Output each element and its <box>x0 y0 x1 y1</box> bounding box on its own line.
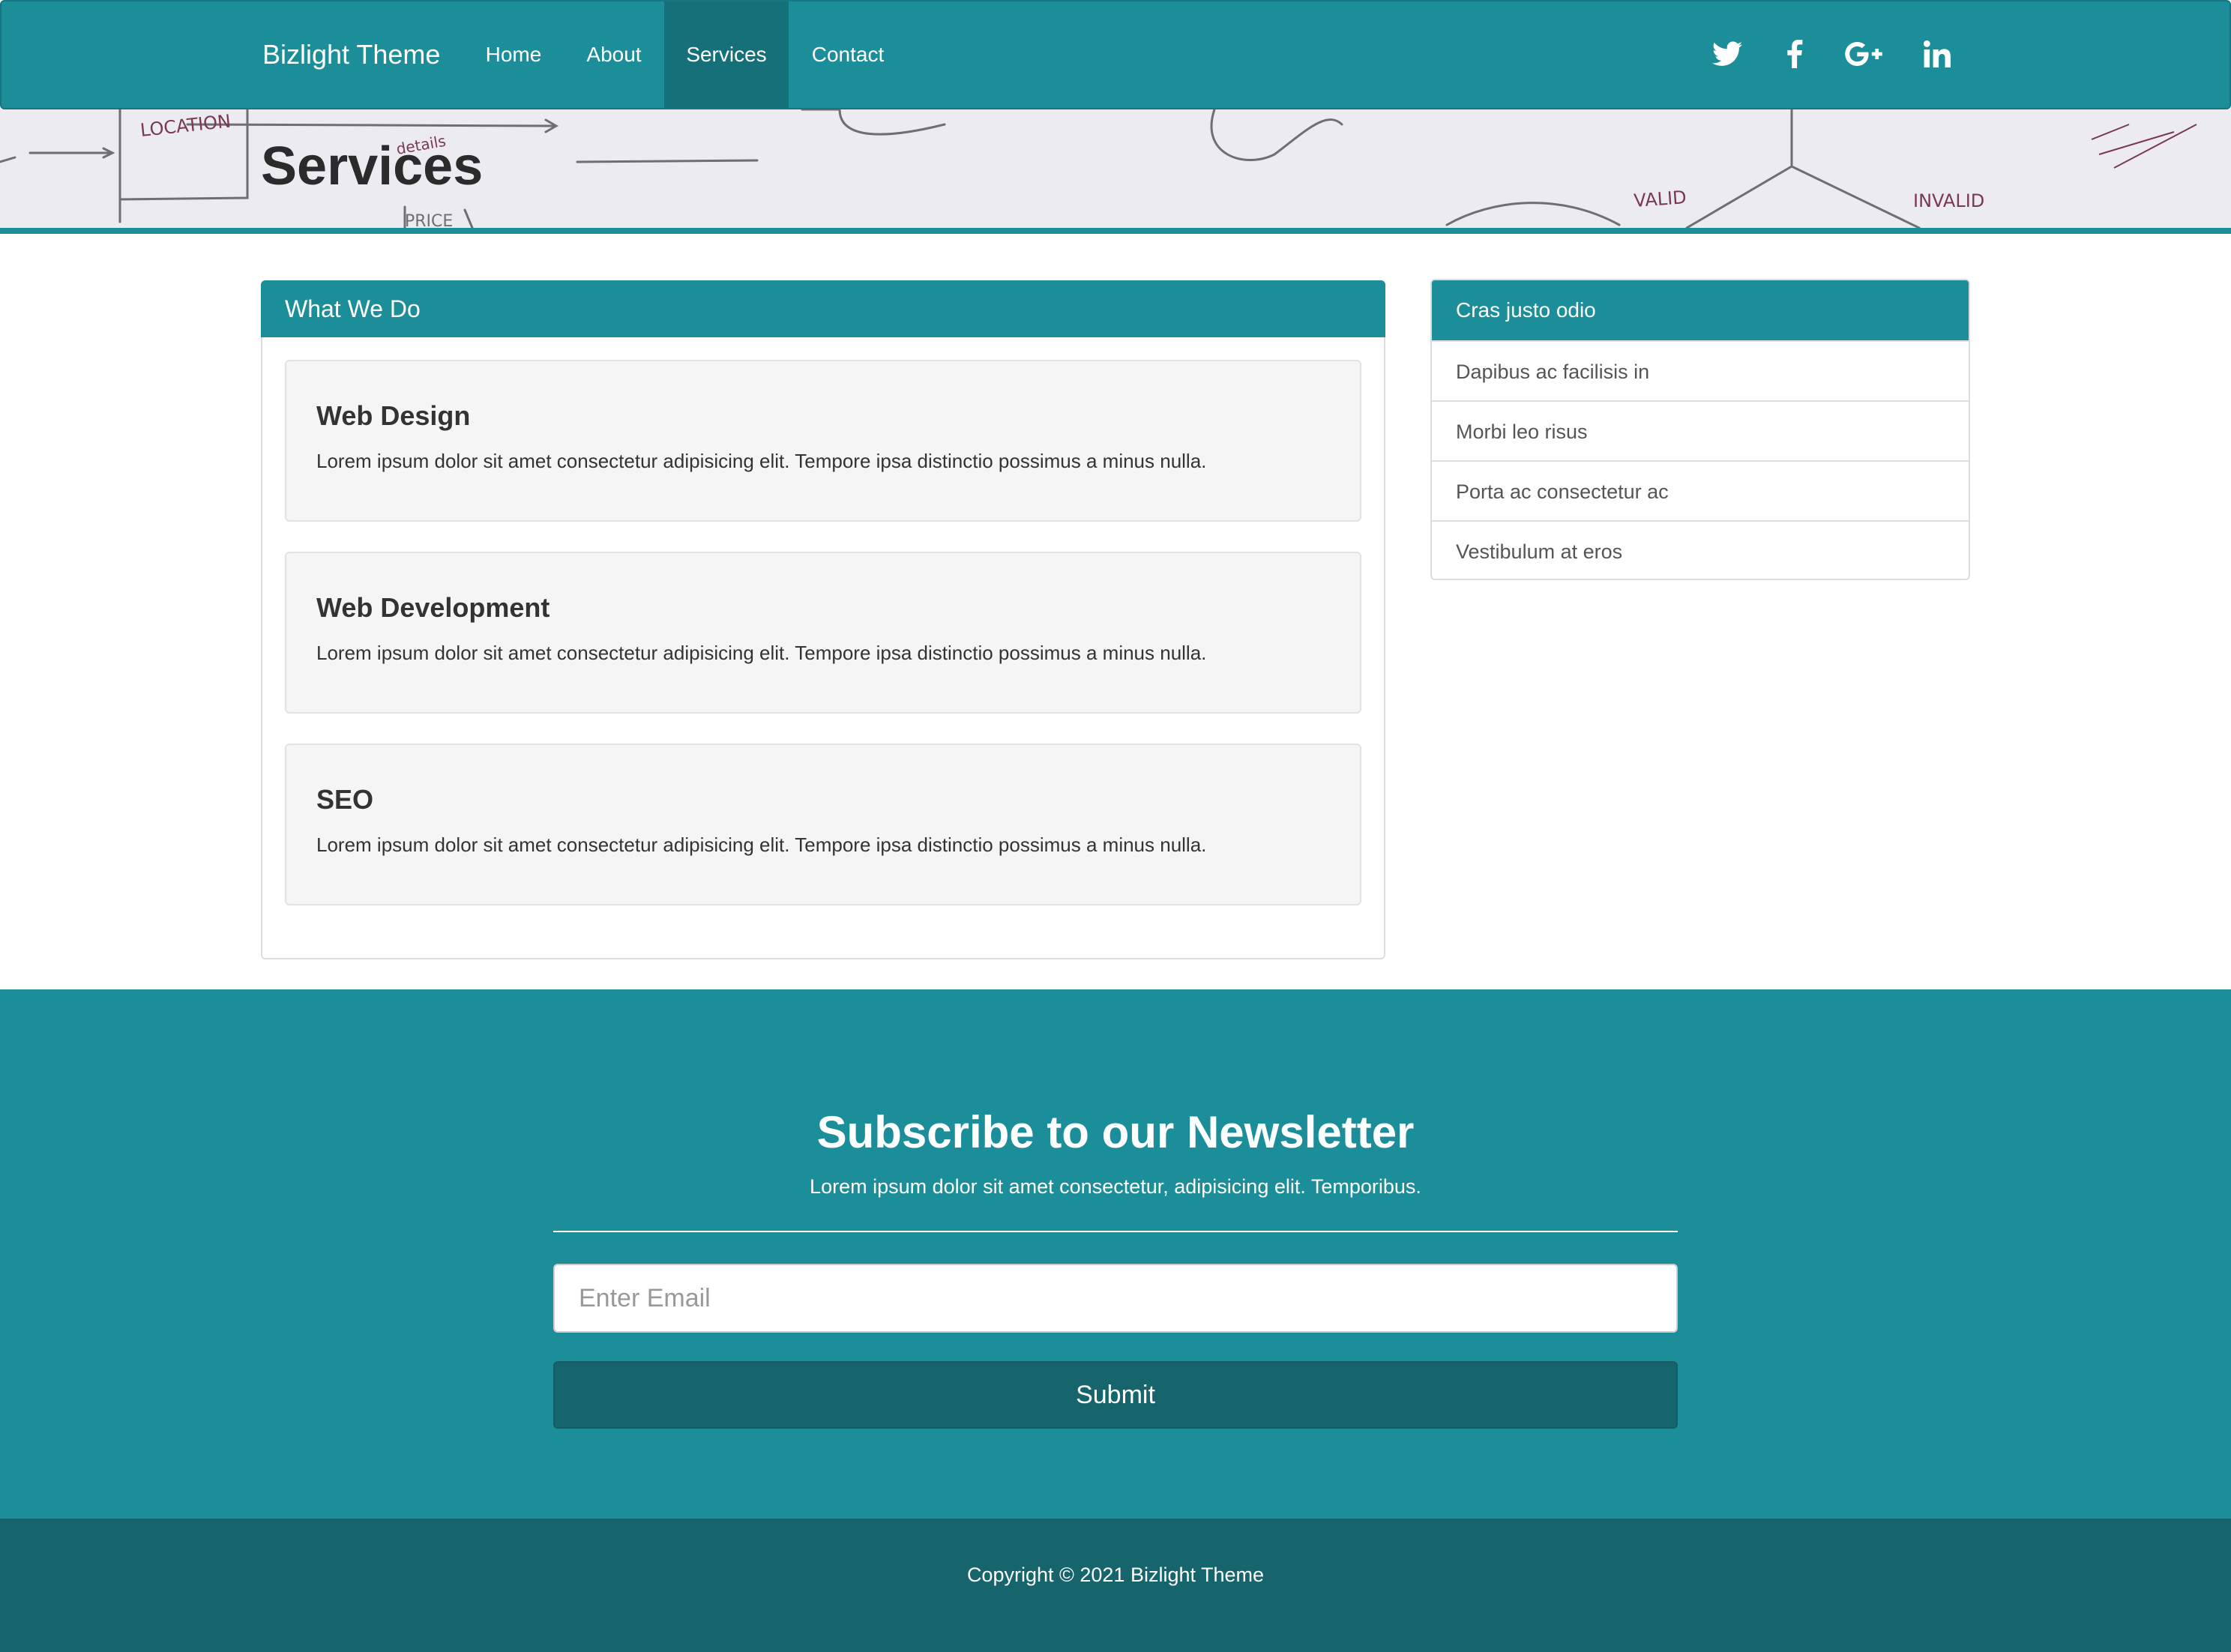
service-card-seo: SEO Lorem ipsum dolor sit amet consectet… <box>285 744 1361 905</box>
sidebar-item-morbi[interactable]: Morbi leo risus <box>1432 400 1969 460</box>
sidebar-item-vestibulum[interactable]: Vestibulum at eros <box>1432 520 1969 579</box>
sidebar-item-porta[interactable]: Porta ac consectetur ac <box>1432 460 1969 520</box>
nav-home[interactable]: Home <box>471 1 556 108</box>
submit-button[interactable]: Submit <box>553 1361 1678 1429</box>
page-title: Services <box>261 136 484 196</box>
sidebar-heading[interactable]: Cras justo odio <box>1432 280 1969 340</box>
nav-services[interactable]: Services <box>664 1 789 108</box>
newsletter-title: Subscribe to our Newsletter <box>816 1107 1415 1157</box>
footer: Copyright © 2021 Bizlight Theme <box>0 1519 2231 1652</box>
brand-link[interactable]: Bizlight Theme <box>262 1 440 108</box>
service-title: SEO <box>316 784 374 815</box>
service-title: Web Design <box>316 400 471 431</box>
page-header: LOCATION details PRICE VALID INVALID Ser… <box>0 109 2231 228</box>
sketch-word-location: LOCATION <box>139 110 232 141</box>
sidebar-list-group: Cras justo odio Dapibus ac facilisis in … <box>1430 279 1970 580</box>
newsletter-section: Subscribe to our Newsletter Lorem ipsum … <box>0 989 2231 1519</box>
copyright-text: Copyright © 2021 Bizlight Theme <box>966 1564 1265 1586</box>
what-we-do-panel: What We Do Web Design Lorem ipsum dolor … <box>261 280 1385 959</box>
twitter-icon[interactable] <box>1705 31 1750 76</box>
sketch-word-valid: VALID <box>1633 187 1687 211</box>
sketch-word-price: PRICE <box>405 212 453 228</box>
google-plus-icon[interactable] <box>1841 31 1886 76</box>
service-description: Lorem ipsum dolor sit amet consectetur a… <box>316 642 1207 664</box>
header-divider <box>0 228 2231 234</box>
sidebar-item-dapibus[interactable]: Dapibus ac facilisis in <box>1432 340 1969 400</box>
facebook-icon[interactable] <box>1772 31 1817 76</box>
newsletter-divider <box>553 1231 1678 1232</box>
what-we-do-heading: What We Do <box>261 280 1385 337</box>
nav-contact[interactable]: Contact <box>795 1 901 108</box>
service-description: Lorem ipsum dolor sit amet consectetur a… <box>316 450 1207 472</box>
service-description: Lorem ipsum dolor sit amet consectetur a… <box>316 833 1207 856</box>
service-card-web-design: Web Design Lorem ipsum dolor sit amet co… <box>285 360 1361 522</box>
nav-about[interactable]: About <box>568 1 660 108</box>
service-card-web-development: Web Development Lorem ipsum dolor sit am… <box>285 552 1361 714</box>
sketch-word-invalid: INVALID <box>1913 190 1984 211</box>
linkedin-icon[interactable] <box>1915 31 1960 76</box>
email-input[interactable] <box>553 1264 1678 1333</box>
service-title: Web Development <box>316 592 550 623</box>
newsletter-subtitle: Lorem ipsum dolor sit amet consectetur, … <box>810 1175 1421 1198</box>
navbar: Bizlight Theme Home About Services Conta… <box>0 0 2231 109</box>
